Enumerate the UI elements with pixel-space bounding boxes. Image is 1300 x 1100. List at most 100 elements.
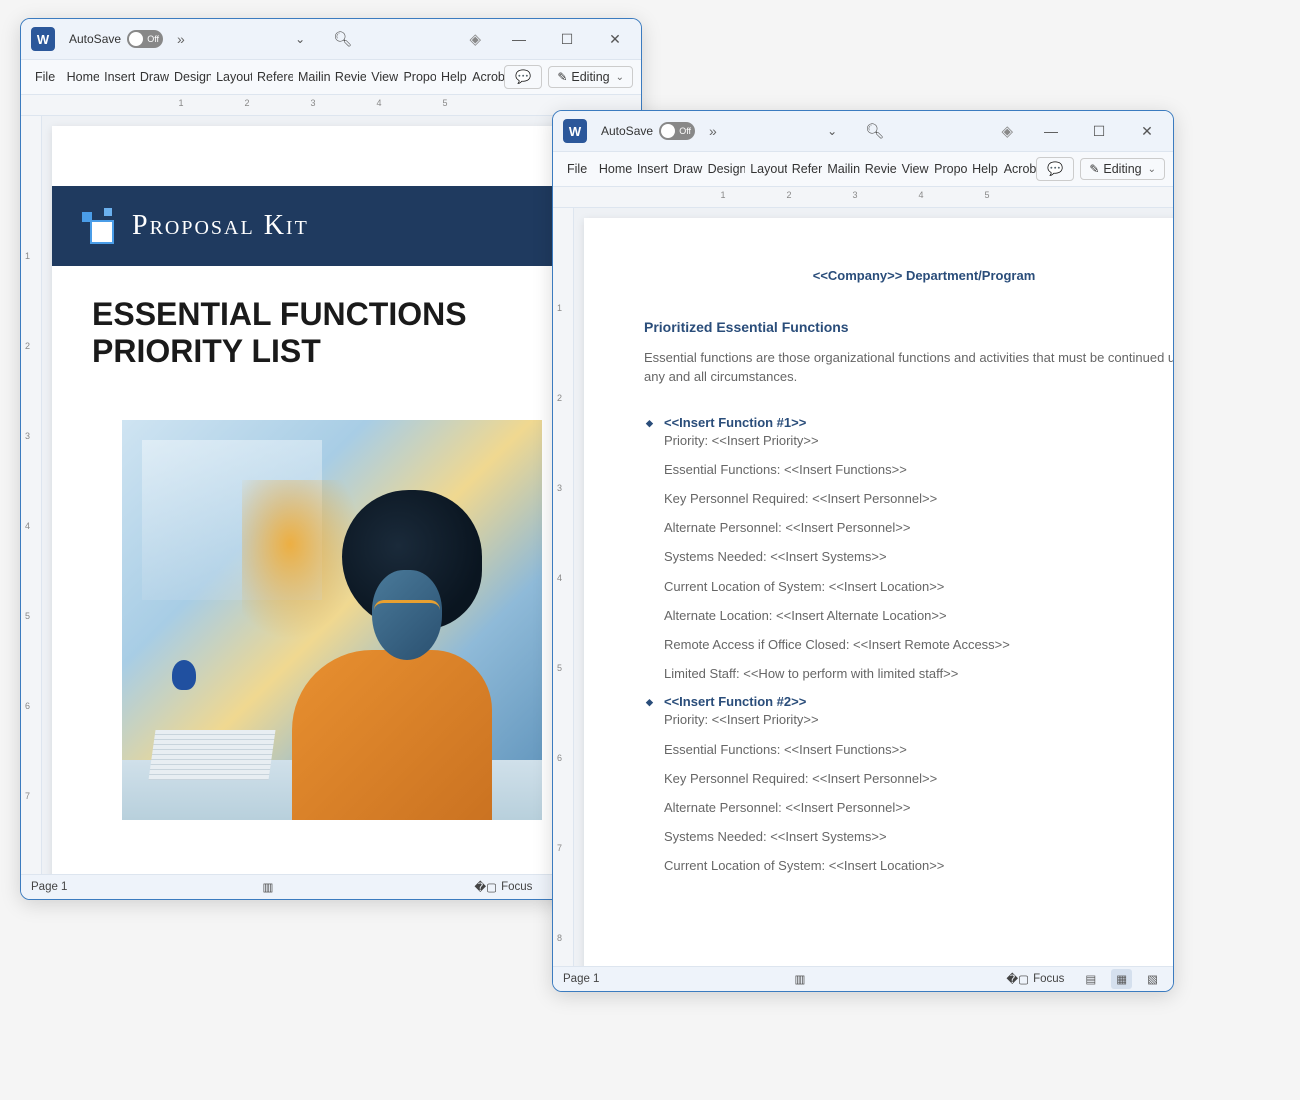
comments-button[interactable]: 💬 bbox=[504, 65, 542, 89]
statusbar: Page 1 ▥ �▢ Focus ▤ ▦ ▧ bbox=[553, 966, 1173, 991]
tab-layout[interactable]: Layout bbox=[745, 152, 786, 186]
document-page[interactable]: Proposal Kit ESSENTIAL FUNCTIONS PRIORIT… bbox=[52, 126, 612, 874]
search-icon[interactable]: 🔍︎ bbox=[321, 30, 364, 48]
focus-mode-button[interactable]: �▢ Focus bbox=[468, 878, 538, 896]
tab-home[interactable]: Home bbox=[62, 60, 100, 94]
document-area: 1 2 3 4 5 6 7 8 <<Company>> Department/P… bbox=[553, 208, 1173, 966]
status-page[interactable]: Page 1 bbox=[31, 881, 67, 893]
tab-draw[interactable]: Draw bbox=[668, 152, 702, 186]
ruler-horizontal[interactable]: 1 2 3 4 5 bbox=[21, 95, 641, 116]
ruler-vertical[interactable]: 1 2 3 4 5 6 7 8 bbox=[21, 116, 42, 874]
tab-view[interactable]: View bbox=[897, 152, 930, 186]
company-header: <<Company>> Department/Program bbox=[644, 268, 1173, 283]
word-window-1: W AutoSave Off » ⌄ 🔍︎ ◈ — ☐ ✕ File Home … bbox=[20, 18, 642, 900]
field-alternate-location: Alternate Location: <<Insert Alternate L… bbox=[664, 607, 1173, 625]
word-app-icon: W bbox=[31, 27, 55, 51]
tab-insert[interactable]: Insert bbox=[99, 60, 135, 94]
tab-draw[interactable]: Draw bbox=[135, 60, 169, 94]
view-read-icon[interactable]: ▤ bbox=[1080, 969, 1101, 989]
view-web-icon[interactable]: ▧ bbox=[1142, 969, 1163, 989]
focus-mode-button[interactable]: �▢ Focus bbox=[1000, 970, 1070, 988]
field-essential-functions: Essential Functions: <<Insert Functions>… bbox=[664, 741, 1173, 759]
function-title: <<Insert Function #2>> bbox=[664, 694, 1173, 709]
tab-review[interactable]: Revie bbox=[330, 60, 366, 94]
tab-insert[interactable]: Insert bbox=[632, 152, 668, 186]
titlebar: W AutoSave Off » ⌄ 🔍︎ ◈ — ☐ ✕ bbox=[553, 111, 1173, 152]
pencil-icon: ✎ bbox=[1089, 162, 1099, 176]
minimize-button[interactable]: — bbox=[499, 24, 539, 54]
field-priority: Priority: <<Insert Priority>> bbox=[664, 432, 1173, 450]
field-systems-needed: Systems Needed: <<Insert Systems>> bbox=[664, 828, 1173, 846]
field-limited-staff: Limited Staff: <<How to perform with lim… bbox=[664, 665, 1173, 683]
tab-proposal[interactable]: Propo bbox=[929, 152, 967, 186]
autosave-toggle[interactable]: AutoSave Off bbox=[601, 122, 695, 140]
cover-title: ESSENTIAL FUNCTIONS PRIORITY LIST bbox=[52, 266, 612, 380]
chevron-down-icon: ⌄ bbox=[1148, 164, 1156, 175]
cover-illustration bbox=[122, 420, 542, 820]
maximize-button[interactable]: ☐ bbox=[1079, 116, 1119, 146]
view-print-icon[interactable]: ▦ bbox=[1111, 969, 1132, 989]
tab-proposal[interactable]: Propo bbox=[398, 60, 436, 94]
editing-mode-button[interactable]: ✎ Editing ⌄ bbox=[548, 66, 633, 88]
tab-mailings[interactable]: Mailin bbox=[293, 60, 330, 94]
brand-name: Proposal Kit bbox=[132, 210, 309, 242]
document-area: 1 2 3 4 5 6 7 8 Proposal Kit ESSENTIAL F… bbox=[21, 116, 641, 874]
display-settings-icon[interactable]: ▥ bbox=[256, 878, 279, 896]
tab-home[interactable]: Home bbox=[594, 152, 632, 186]
tab-view[interactable]: View bbox=[366, 60, 398, 94]
field-remote-access: Remote Access if Office Closed: <<Insert… bbox=[664, 636, 1173, 654]
field-key-personnel: Key Personnel Required: <<Insert Personn… bbox=[664, 490, 1173, 508]
tab-design[interactable]: Design bbox=[169, 60, 211, 94]
tab-references[interactable]: Refer bbox=[787, 152, 823, 186]
function-title: <<Insert Function #1>> bbox=[664, 415, 1173, 430]
tab-file[interactable]: File bbox=[25, 60, 62, 94]
statusbar: Page 1 ▥ �▢ Focus ▤ ▦ ▧ bbox=[21, 874, 641, 899]
focus-icon: �▢ bbox=[1006, 972, 1029, 986]
qat-overflow-icon[interactable]: » bbox=[171, 31, 192, 47]
display-settings-icon[interactable]: ▥ bbox=[788, 970, 811, 988]
diamond-icon[interactable]: ◈ bbox=[459, 30, 491, 48]
field-alternate-personnel: Alternate Personnel: <<Insert Personnel>… bbox=[664, 519, 1173, 537]
tab-review[interactable]: Revie bbox=[860, 152, 897, 186]
editing-mode-button[interactable]: ✎ Editing ⌄ bbox=[1080, 158, 1165, 180]
tab-help[interactable]: Help bbox=[436, 60, 467, 94]
ruler-horizontal[interactable]: 1 2 3 4 5 bbox=[553, 187, 1173, 208]
toggle-switch[interactable]: Off bbox=[127, 30, 163, 48]
ribbon: File Home Insert Draw Design Layout Refe… bbox=[553, 152, 1173, 187]
document-page[interactable]: <<Company>> Department/Program Prioritiz… bbox=[584, 218, 1173, 966]
tab-file[interactable]: File bbox=[557, 152, 594, 186]
tab-references[interactable]: Refere bbox=[252, 60, 293, 94]
close-button[interactable]: ✕ bbox=[1127, 116, 1167, 146]
autosave-label: AutoSave bbox=[69, 32, 121, 46]
toggle-switch[interactable]: Off bbox=[659, 122, 695, 140]
tab-mailings[interactable]: Mailin bbox=[822, 152, 859, 186]
search-icon[interactable]: 🔍︎ bbox=[853, 122, 896, 140]
close-button[interactable]: ✕ bbox=[595, 24, 635, 54]
field-systems-needed: Systems Needed: <<Insert Systems>> bbox=[664, 548, 1173, 566]
tab-acrobat[interactable]: Acrob bbox=[467, 60, 504, 94]
field-current-location: Current Location of System: <<Insert Loc… bbox=[664, 857, 1173, 875]
ruler-vertical[interactable]: 1 2 3 4 5 6 7 8 bbox=[553, 208, 574, 966]
tab-design[interactable]: Design bbox=[703, 152, 746, 186]
comments-button[interactable]: 💬 bbox=[1036, 157, 1074, 181]
tab-layout[interactable]: Layout bbox=[211, 60, 252, 94]
autosave-toggle[interactable]: AutoSave Off bbox=[69, 30, 163, 48]
title-dropdown-icon[interactable]: ⌄ bbox=[819, 124, 845, 138]
minimize-button[interactable]: — bbox=[1031, 116, 1071, 146]
function-block-2: <<Insert Function #2>> Priority: <<Inser… bbox=[664, 694, 1173, 875]
ribbon: File Home Insert Draw Design Layout Refe… bbox=[21, 60, 641, 95]
tab-acrobat[interactable]: Acrob bbox=[999, 152, 1036, 186]
page-viewport[interactable]: <<Company>> Department/Program Prioritiz… bbox=[574, 208, 1173, 966]
autosave-label: AutoSave bbox=[601, 124, 653, 138]
tab-help[interactable]: Help bbox=[967, 152, 999, 186]
diamond-icon[interactable]: ◈ bbox=[991, 122, 1023, 140]
field-key-personnel: Key Personnel Required: <<Insert Personn… bbox=[664, 770, 1173, 788]
section-title: Prioritized Essential Functions bbox=[644, 319, 1173, 335]
title-dropdown-icon[interactable]: ⌄ bbox=[287, 32, 313, 46]
intro-paragraph: Essential functions are those organizati… bbox=[644, 349, 1173, 387]
field-priority: Priority: <<Insert Priority>> bbox=[664, 711, 1173, 729]
focus-icon: �▢ bbox=[474, 880, 497, 894]
qat-overflow-icon[interactable]: » bbox=[703, 123, 724, 139]
maximize-button[interactable]: ☐ bbox=[547, 24, 587, 54]
status-page[interactable]: Page 1 bbox=[563, 973, 599, 985]
